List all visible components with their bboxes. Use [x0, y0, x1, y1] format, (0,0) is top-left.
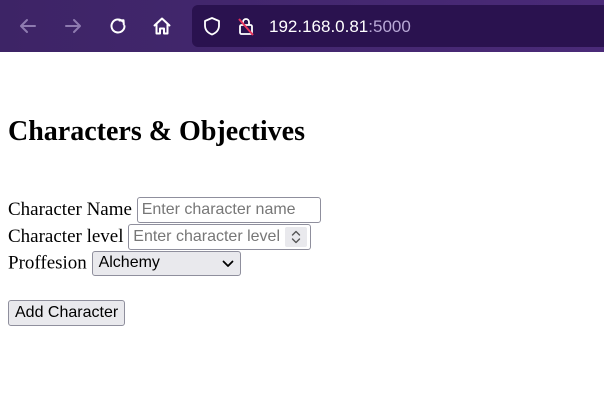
profession-label: Proffesion	[8, 252, 87, 274]
name-label: Character Name	[8, 199, 132, 220]
character-level-field	[128, 224, 312, 250]
home-icon	[153, 17, 171, 35]
forward-button[interactable]	[59, 12, 87, 40]
profession-row: Proffesion Alchemy	[8, 251, 241, 276]
level-label: Character level	[8, 226, 124, 247]
spinner-arrows-icon	[292, 230, 301, 244]
back-icon	[20, 19, 36, 33]
name-row: Character Name	[8, 197, 321, 223]
url-port: :5000	[368, 17, 411, 36]
url-host: 192.168.0.81	[269, 17, 369, 36]
character-level-input[interactable]	[128, 224, 312, 250]
shield-icon[interactable]	[202, 16, 222, 36]
page-title: Characters & Objectives	[8, 116, 306, 147]
browser-toolbar: 192.168.0.81:5000	[0, 0, 604, 52]
home-button[interactable]	[148, 12, 176, 40]
back-button[interactable]	[14, 12, 42, 40]
add-character-button[interactable]: Add Character	[8, 300, 126, 326]
chevron-down-icon	[222, 260, 233, 267]
profession-selected-value: Alchemy	[98, 254, 160, 271]
url-text[interactable]: 192.168.0.81:5000	[269, 17, 411, 37]
insecure-lock-icon[interactable]	[236, 16, 256, 36]
profession-select[interactable]: Alchemy	[91, 251, 241, 276]
forward-icon	[65, 19, 81, 33]
address-bar[interactable]: 192.168.0.81:5000	[192, 5, 604, 47]
reload-icon	[110, 18, 126, 34]
level-row: Character level	[8, 224, 312, 250]
reload-button[interactable]	[104, 12, 132, 40]
level-spinner[interactable]	[285, 227, 308, 247]
character-name-input[interactable]	[136, 197, 321, 223]
